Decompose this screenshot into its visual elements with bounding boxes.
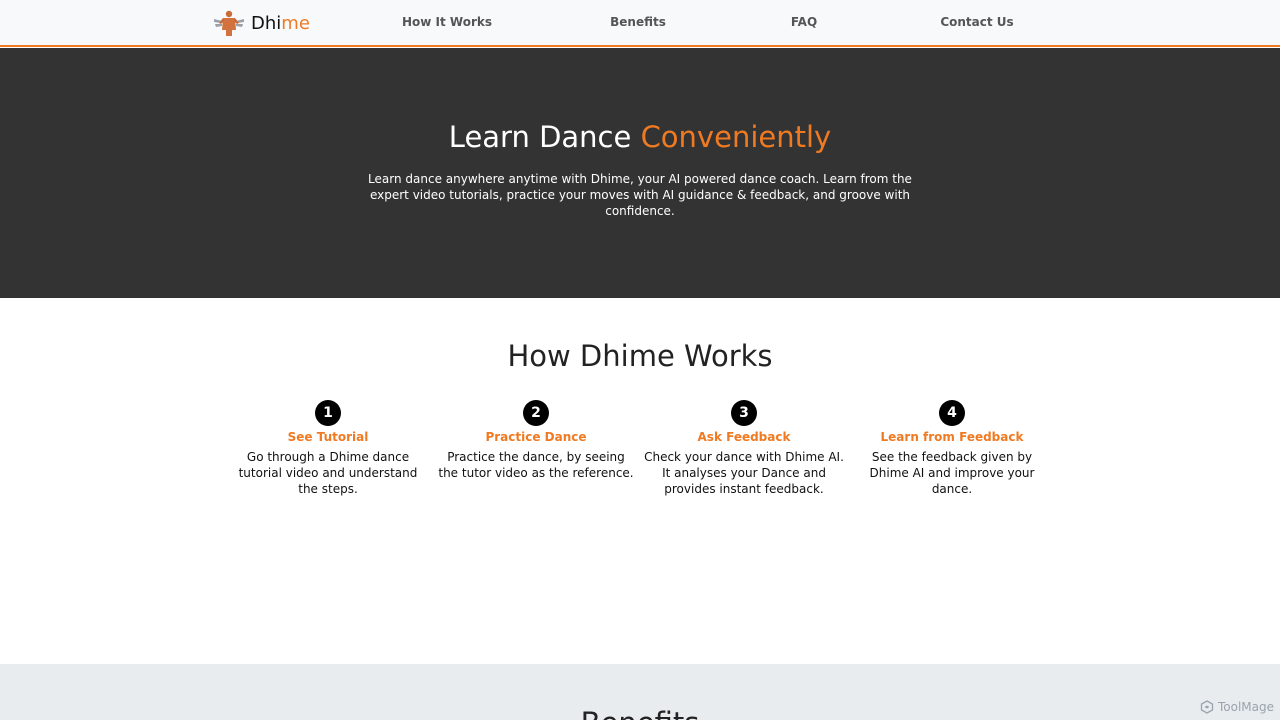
step-number-badge: 1: [315, 400, 341, 426]
step-description: Practice the dance, by seeing the tutor …: [438, 450, 634, 480]
step-description: Go through a Dhime dance tutorial video …: [238, 450, 418, 496]
step-item: 2 Practice Dance Practice the dance, by …: [436, 400, 636, 481]
step-number-badge: 2: [523, 400, 549, 426]
dancer-logo-icon: [214, 10, 244, 36]
step-title: See Tutorial: [287, 430, 369, 444]
benefits-section: Benefits ToolMage: [0, 664, 1280, 720]
watermark-label: ToolMage: [1217, 700, 1274, 714]
step-number-badge: 3: [731, 400, 757, 426]
toolmage-watermark: ToolMage: [1200, 700, 1274, 714]
navbar: Dhime How It Works Benefits FAQ Contact …: [0, 0, 1280, 47]
nav-link-benefits[interactable]: Benefits: [610, 15, 666, 29]
brand-logo-link[interactable]: Dhime: [212, 10, 310, 36]
step-item: 4 Learn from Feedback See the feedback g…: [852, 400, 1052, 497]
toolmage-logo-icon: [1200, 700, 1214, 714]
step-title: Learn from Feedback: [880, 430, 1024, 444]
step-description: See the feedback given by Dhime AI and i…: [869, 450, 1035, 496]
brand-name: Dhime: [251, 12, 310, 34]
hero-subtitle: Learn dance anywhere anytime with Dhime,…: [368, 172, 912, 218]
hero-section: Learn Dance Conveniently Learn dance any…: [0, 48, 1280, 298]
step-number-badge: 4: [939, 400, 965, 426]
step-item: 3 Ask Feedback Check your dance with Dhi…: [644, 400, 844, 497]
step-title: Ask Feedback: [697, 430, 791, 444]
benefits-title: Benefits: [0, 706, 1280, 720]
step-item: 1 See Tutorial Go through a Dhime dance …: [228, 400, 428, 497]
nav-link-how-it-works[interactable]: How It Works: [402, 15, 492, 29]
nav-link-faq[interactable]: FAQ: [791, 15, 817, 29]
hero-title: Learn Dance Conveniently: [448, 120, 832, 154]
step-title: Practice Dance: [485, 430, 587, 444]
how-it-works-title: How Dhime Works: [507, 339, 773, 373]
step-description: Check your dance with Dhime AI. It analy…: [644, 450, 844, 496]
nav-link-contact-us[interactable]: Contact Us: [940, 15, 1013, 29]
